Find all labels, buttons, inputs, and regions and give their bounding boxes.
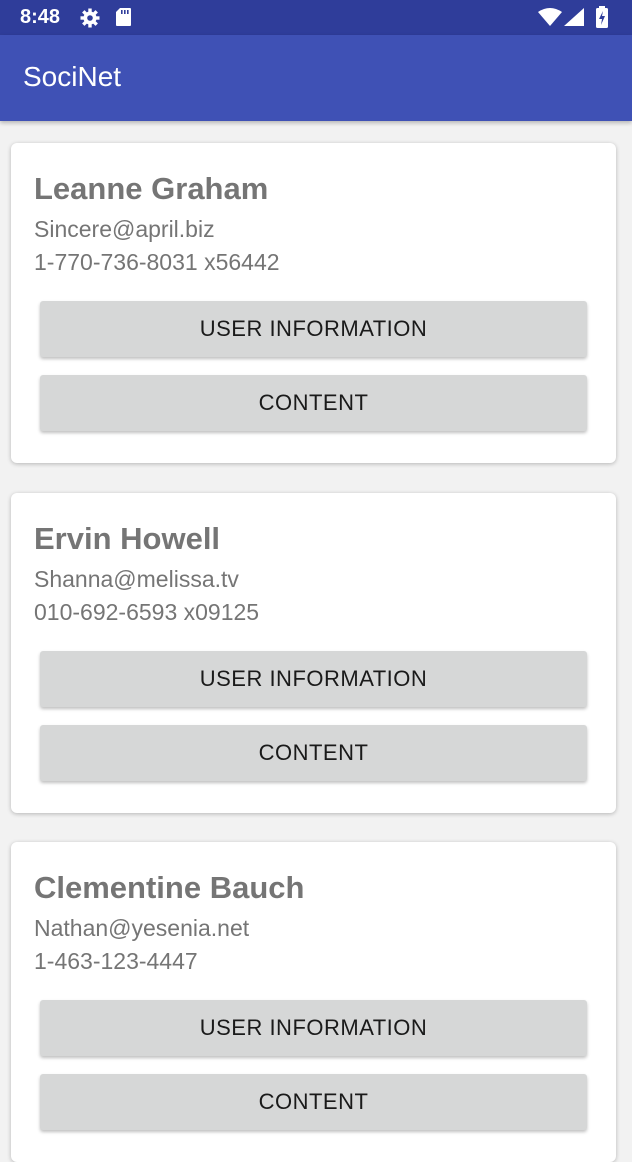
status-time: 8:48 [20,6,61,28]
user-email: Sincere@april.biz [34,216,215,242]
user-name: Leanne Graham [34,171,269,206]
gear-icon [80,8,100,32]
user-name: Clementine Bauch [34,870,305,905]
wifi-icon [538,8,562,30]
user-information-button[interactable]: USER INFORMATION [40,301,587,357]
user-phone: 1-770-736-8031 x56442 [34,249,280,275]
user-phone: 1-463-123-4447 [34,948,198,974]
content-button[interactable]: CONTENT [40,375,587,431]
user-name: Ervin Howell [34,521,221,556]
user-card: Ervin Howell Shanna@melissa.tv 010-692-6… [11,493,616,813]
user-card: Clementine Bauch Nathan@yesenia.net 1-46… [11,842,616,1162]
battery-icon [595,6,609,32]
user-card: Leanne Graham Sincere@april.biz 1-770-73… [11,143,616,463]
content-button[interactable]: CONTENT [40,725,587,781]
status-bar: 8:48 [0,0,632,35]
content-button[interactable]: CONTENT [40,1074,587,1130]
signal-icon [563,7,585,31]
user-email: Nathan@yesenia.net [34,915,250,941]
user-phone: 010-692-6593 x09125 [34,599,260,625]
sd-card-icon [115,7,132,31]
user-email: Shanna@melissa.tv [34,566,239,592]
app-title: SociNet [23,61,122,92]
user-information-button[interactable]: USER INFORMATION [40,651,587,707]
app-bar: SociNet [0,35,632,121]
